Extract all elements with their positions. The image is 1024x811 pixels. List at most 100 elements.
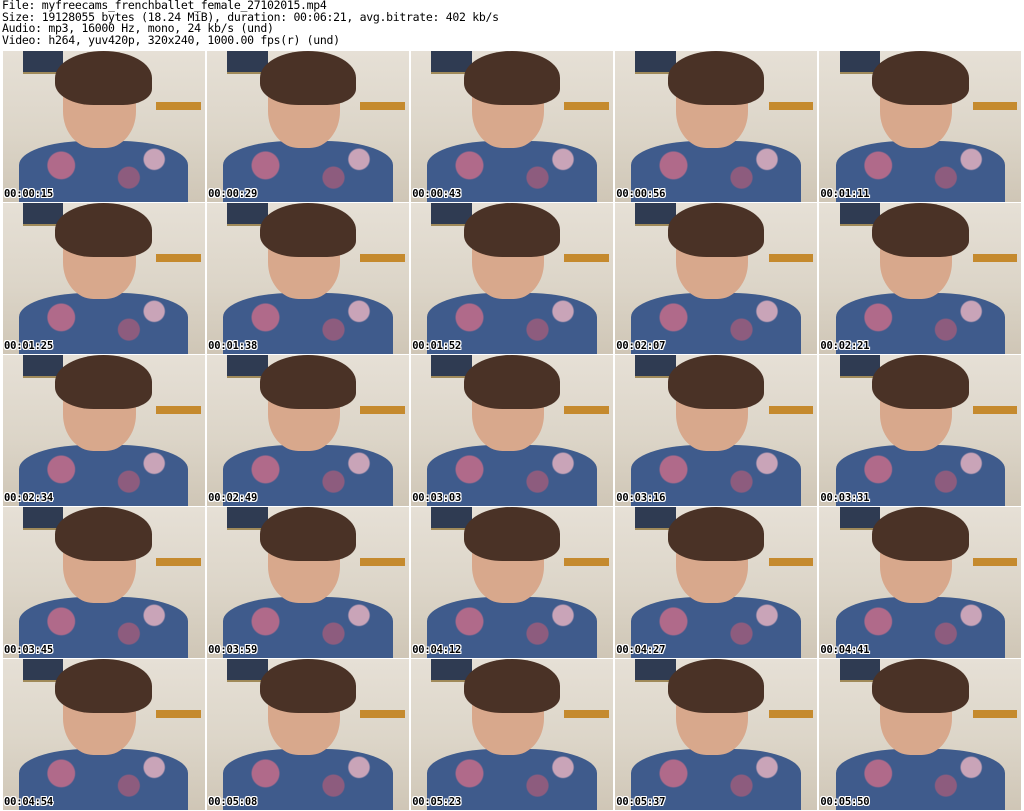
- person-hair: [463, 202, 561, 258]
- video-thumbnail: 00:02:21: [819, 202, 1021, 354]
- wall-shelf: [768, 406, 813, 414]
- wall-shelf: [768, 254, 813, 262]
- person-hair: [55, 202, 153, 258]
- person-hair: [463, 354, 561, 410]
- thumbnail-timestamp: 00:02:21: [820, 339, 870, 352]
- person-hair: [259, 51, 357, 106]
- video-thumbnail: 00:03:45: [3, 506, 205, 658]
- wall-shelf: [564, 254, 609, 262]
- wall-shelf: [768, 558, 813, 566]
- wall-shelf: [156, 710, 201, 718]
- video-thumbnail: 00:01:38: [207, 202, 409, 354]
- file-info-header: File: myfreecams_frenchballet_female_271…: [2, 0, 1022, 46]
- thumbnail-timestamp: 00:02:49: [208, 491, 258, 504]
- wall-shelf: [156, 254, 201, 262]
- thumbnail-timestamp: 00:04:41: [820, 643, 870, 656]
- thumbnail-timestamp: 00:03:31: [820, 491, 870, 504]
- video-thumbnail: 00:05:23: [411, 658, 613, 810]
- wall-shelf: [564, 102, 609, 110]
- wall-shelf: [564, 406, 609, 414]
- video-thumbnail: 00:03:03: [411, 354, 613, 506]
- video-thumbnail: 00:02:34: [3, 354, 205, 506]
- thumbnail-timestamp: 00:02:07: [616, 339, 666, 352]
- video-thumbnail: 00:01:11: [819, 51, 1021, 202]
- wall-shelf: [360, 254, 405, 262]
- person-hair: [259, 506, 357, 562]
- person-hair: [463, 51, 561, 106]
- video-thumbnail: 00:05:50: [819, 658, 1021, 810]
- thumbnail-timestamp: 00:05:50: [820, 795, 870, 808]
- person-hair: [871, 354, 969, 410]
- video-thumbnail: 00:01:25: [3, 202, 205, 354]
- person-hair: [463, 658, 561, 714]
- person-hair: [259, 658, 357, 714]
- video-thumbnail: 00:00:56: [615, 51, 817, 202]
- wall-shelf: [360, 406, 405, 414]
- thumbnail-timestamp: 00:05:37: [616, 795, 666, 808]
- video-thumbnail: 00:02:49: [207, 354, 409, 506]
- video-thumbnail: 00:02:07: [615, 202, 817, 354]
- video-thumbnail: 00:00:43: [411, 51, 613, 202]
- video-thumbnail: 00:04:12: [411, 506, 613, 658]
- wall-shelf: [972, 710, 1017, 718]
- video-thumbnail: 00:05:37: [615, 658, 817, 810]
- person-hair: [259, 354, 357, 410]
- thumbnail-timestamp: 00:01:52: [412, 339, 462, 352]
- video-thumbnail: 00:03:16: [615, 354, 817, 506]
- person-hair: [55, 354, 153, 410]
- thumbnail-timestamp: 00:01:38: [208, 339, 258, 352]
- wall-shelf: [156, 102, 201, 110]
- person-hair: [871, 51, 969, 106]
- video-thumbnail: 00:04:41: [819, 506, 1021, 658]
- wall-shelf: [564, 710, 609, 718]
- video-thumbnail: 00:01:52: [411, 202, 613, 354]
- wall-shelf: [972, 102, 1017, 110]
- video-thumbnail: 00:00:15: [3, 51, 205, 202]
- thumbnail-grid: 00:00:15 00:00:29 00:00:43 00:00:56 00:01:11…: [3, 51, 1021, 810]
- wall-shelf: [156, 558, 201, 566]
- person-hair: [667, 51, 765, 106]
- wall-shelf: [972, 558, 1017, 566]
- thumbnail-timestamp: 00:03:16: [616, 491, 666, 504]
- person-hair: [871, 202, 969, 258]
- video-thumbnail: 00:04:27: [615, 506, 817, 658]
- thumbnail-timestamp: 00:05:23: [412, 795, 462, 808]
- video-thumbnail: 00:04:54: [3, 658, 205, 810]
- thumbnail-timestamp: 00:03:45: [4, 643, 53, 656]
- person-hair: [667, 506, 765, 562]
- wall-shelf: [972, 254, 1017, 262]
- thumbnail-timestamp: 00:01:11: [820, 187, 870, 200]
- wall-shelf: [972, 406, 1017, 414]
- video-thumbnail: 00:03:59: [207, 506, 409, 658]
- thumbnail-timestamp: 00:00:15: [4, 187, 53, 200]
- person-hair: [55, 506, 153, 562]
- video-thumbnail: 00:05:08: [207, 658, 409, 810]
- person-hair: [667, 354, 765, 410]
- thumbnail-timestamp: 00:00:29: [208, 187, 258, 200]
- wall-shelf: [768, 102, 813, 110]
- wall-shelf: [360, 558, 405, 566]
- wall-shelf: [156, 406, 201, 414]
- person-hair: [667, 658, 765, 714]
- wall-shelf: [360, 102, 405, 110]
- wall-shelf: [360, 710, 405, 718]
- thumbnail-timestamp: 00:05:08: [208, 795, 258, 808]
- thumbnail-timestamp: 00:03:03: [412, 491, 462, 504]
- person-hair: [871, 658, 969, 714]
- thumbnail-timestamp: 00:00:56: [616, 187, 666, 200]
- thumbnail-timestamp: 00:01:25: [4, 339, 53, 352]
- person-hair: [463, 506, 561, 562]
- thumbnail-timestamp: 00:00:43: [412, 187, 462, 200]
- thumbnail-timestamp: 00:02:34: [4, 491, 53, 504]
- person-hair: [55, 658, 153, 714]
- wall-shelf: [564, 558, 609, 566]
- video-thumbnail: 00:00:29: [207, 51, 409, 202]
- thumbnail-timestamp: 00:03:59: [208, 643, 258, 656]
- video-info-line: Video: h264, yuv420p, 320x240, 1000.00 f…: [2, 32, 340, 47]
- person-hair: [667, 202, 765, 258]
- person-hair: [259, 202, 357, 258]
- thumbnail-timestamp: 00:04:12: [412, 643, 462, 656]
- person-hair: [871, 506, 969, 562]
- wall-shelf: [768, 710, 813, 718]
- person-hair: [55, 51, 153, 106]
